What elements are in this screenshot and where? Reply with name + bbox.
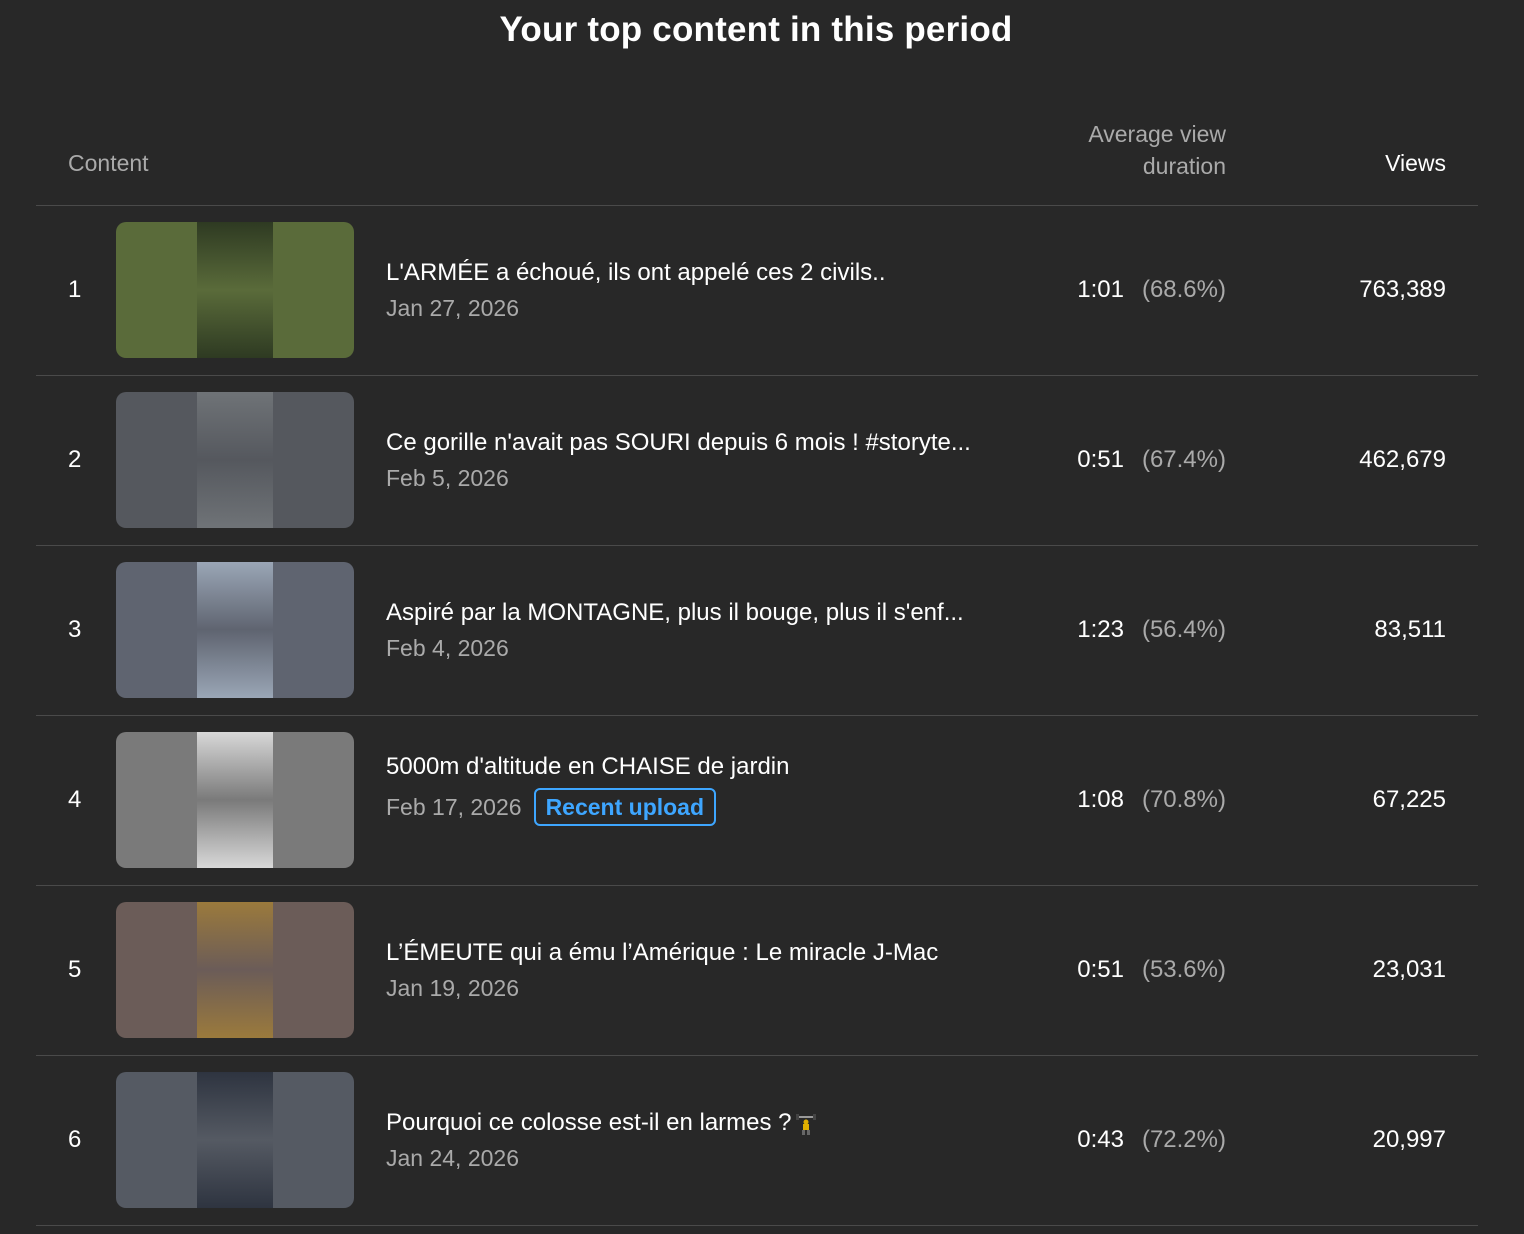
view-count: 763,389 [1359,276,1446,303]
video-info: L’ÉMEUTE qui a ému l’Amérique : Le mirac… [386,938,1026,1002]
table-row[interactable]: 5 L’ÉMEUTE qui a ému l’Amérique : Le mir… [36,886,1478,1056]
view-count: 67,225 [1372,786,1446,813]
average-view-duration: 1:08 (70.8%) [1077,786,1226,814]
column-header-content: Content [68,150,149,176]
avd-time: 0:51 [1077,956,1124,983]
average-view-duration: 0:51 (53.6%) [1077,956,1226,984]
view-count: 23,031 [1372,956,1446,983]
video-title[interactable]: Aspiré par la MONTAGNE, plus il bouge, p… [386,598,1006,628]
average-view-duration: 0:51 (67.4%) [1077,446,1226,474]
avd-time: 1:23 [1077,616,1124,643]
row-rank: 6 [68,1126,82,1153]
video-thumbnail-frame [197,222,273,358]
content-table-body: 1 L'ARMÉE a échoué, ils ont appelé ces 2… [36,206,1478,1226]
video-date-line: Jan 27, 2026 [386,294,1026,322]
video-title[interactable]: L'ARMÉE a échoué, ils ont appelé ces 2 c… [386,258,1006,288]
table-row[interactable]: 3 Aspiré par la MONTAGNE, plus il bouge,… [36,546,1478,716]
table-row[interactable]: 4 5000m d'altitude en CHAISE de jardin F… [36,716,1478,886]
table-row[interactable]: 1 L'ARMÉE a échoué, ils ont appelé ces 2… [36,206,1478,376]
video-info: 5000m d'altitude en CHAISE de jardin Feb… [386,752,1026,826]
video-publish-date: Feb 5, 2026 [386,465,509,491]
video-date-line: Feb 5, 2026 [386,464,1026,492]
view-count: 83,511 [1374,616,1446,643]
video-date-line: Jan 19, 2026 [386,974,1026,1002]
avd-percentage: (56.4%) [1141,616,1226,643]
avd-time: 0:51 [1077,446,1124,473]
video-title[interactable]: L’ÉMEUTE qui a ému l’Amérique : Le mirac… [386,938,1006,968]
average-view-duration: 0:43 (72.2%) [1077,1126,1226,1154]
video-title[interactable]: 5000m d'altitude en CHAISE de jardin [386,752,1006,782]
avd-time: 1:08 [1077,786,1124,813]
video-info: Aspiré par la MONTAGNE, plus il bouge, p… [386,598,1026,662]
video-info: Pourquoi ce colosse est-il en larmes ? J… [386,1108,1026,1172]
video-publish-date: Jan 24, 2026 [386,1145,520,1171]
row-rank: 4 [68,786,82,813]
table-row[interactable]: 2 Ce gorille n'avait pas SOURI depuis 6 … [36,376,1478,546]
avd-percentage: (72.2%) [1141,1126,1226,1153]
view-count: 462,679 [1359,446,1446,473]
video-thumbnail-frame [197,902,273,1038]
video-thumbnail[interactable] [116,562,354,698]
video-date-line: Jan 24, 2026 [386,1144,1026,1172]
video-thumbnail[interactable] [116,732,354,868]
table-row[interactable]: 6 Pourquoi ce colosse est-il en larmes ?… [36,1056,1478,1226]
video-thumbnail-frame [197,1072,273,1208]
video-thumbnail-frame [197,562,273,698]
panel-title: Your top content in this period [499,10,1013,49]
avd-percentage: (70.8%) [1141,786,1226,813]
video-publish-date: Jan 19, 2026 [386,975,520,1001]
video-info: Ce gorille n'avait pas SOURI depuis 6 mo… [386,428,1026,492]
avd-time: 0:43 [1077,1126,1124,1153]
column-header-views: Views [1385,150,1446,176]
average-view-duration: 1:01 (68.6%) [1077,276,1226,304]
video-publish-date: Jan 27, 2026 [386,295,520,321]
video-thumbnail-frame [197,392,273,528]
column-header-avd-line1: Average view [1088,121,1226,147]
row-rank: 1 [68,276,82,303]
video-title[interactable]: Ce gorille n'avait pas SOURI depuis 6 mo… [386,428,1006,458]
column-header-average-view-duration: Average view duration [1026,118,1226,182]
video-thumbnail[interactable] [116,222,354,358]
video-date-line: Feb 4, 2026 [386,634,1026,662]
video-thumbnail[interactable] [116,392,354,528]
avd-percentage: (68.6%) [1141,276,1226,303]
video-thumbnail-frame [197,732,273,868]
row-rank: 5 [68,956,82,983]
top-content-panel: Your top content in this period Content … [0,0,1524,1234]
avd-percentage: (67.4%) [1141,446,1226,473]
video-publish-date: Feb 17, 2026 [386,794,522,820]
video-date-line: Feb 17, 2026 Recent upload [386,788,1026,826]
row-rank: 2 [68,446,82,473]
video-thumbnail[interactable] [116,1072,354,1208]
video-info: L'ARMÉE a échoué, ils ont appelé ces 2 c… [386,258,1026,322]
weightlifter-emoji-icon [795,1113,816,1135]
average-view-duration: 1:23 (56.4%) [1077,616,1226,644]
table-header: Content Average view duration Views [36,112,1478,206]
video-title[interactable]: Pourquoi ce colosse est-il en larmes ? [386,1108,1006,1138]
video-thumbnail[interactable] [116,902,354,1038]
row-rank: 3 [68,616,82,643]
column-header-avd-line2: duration [1142,153,1226,179]
avd-time: 1:01 [1077,276,1124,303]
avd-percentage: (53.6%) [1141,956,1226,983]
video-publish-date: Feb 4, 2026 [386,635,509,661]
recent-upload-badge: Recent upload [533,788,717,826]
view-count: 20,997 [1372,1126,1446,1153]
